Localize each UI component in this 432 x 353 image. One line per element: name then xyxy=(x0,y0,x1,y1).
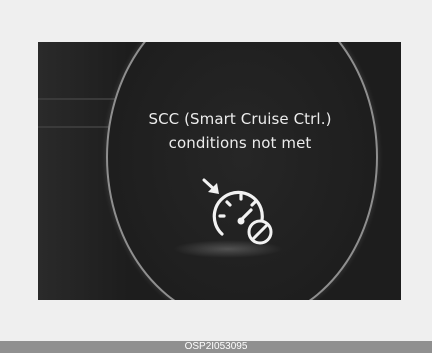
image-code: OSP2I053095 xyxy=(184,341,248,352)
decorative-line xyxy=(38,98,118,100)
warning-message-line2: conditions not met xyxy=(168,134,312,152)
decorative-line xyxy=(38,126,118,128)
warning-message-line1: SCC (Smart Cruise Ctrl.) xyxy=(148,110,332,128)
caption-bar: OSP2I053095 xyxy=(0,341,432,353)
cruise-control-unavailable-icon xyxy=(194,170,284,248)
prohibited-icon xyxy=(247,219,273,245)
speedometer-icon xyxy=(212,190,264,236)
cluster-display: SCC (Smart Cruise Ctrl.) conditions not … xyxy=(38,42,401,300)
